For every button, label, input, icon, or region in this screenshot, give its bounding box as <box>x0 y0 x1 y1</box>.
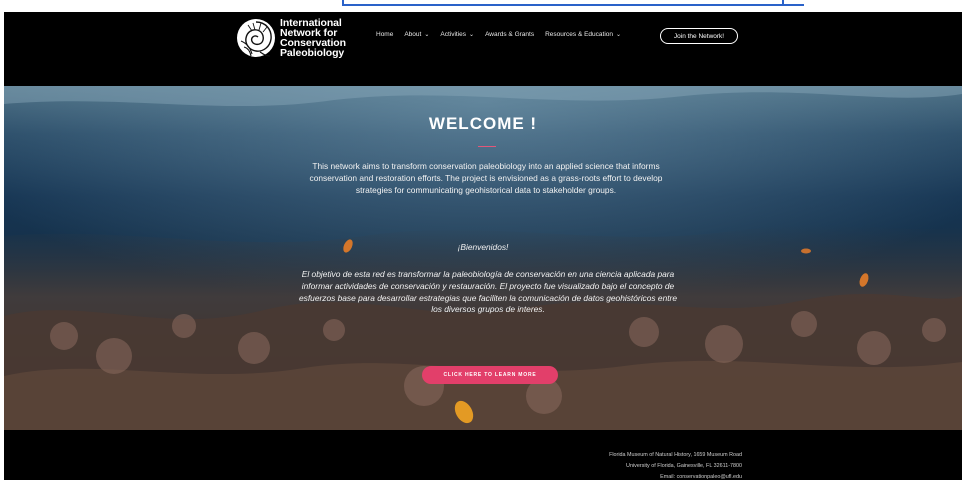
footer-email-link[interactable]: Email: conservationpaleo@ufl.edu <box>609 472 742 480</box>
hero-content: WELCOME ! This network aims to transform… <box>4 86 962 430</box>
join-network-button[interactable]: Join the Network! <box>660 28 738 44</box>
footer-line-city: University of Florida, Gainesville, FL 3… <box>626 463 742 469</box>
main-nav: Home About ⌄ Activities ⌄ Awards & Grants … <box>376 31 632 38</box>
nav-item-resources-education[interactable]: Resources & Education ⌄ <box>545 31 621 38</box>
nav-item-home[interactable]: Home <box>376 31 393 38</box>
spanish-paragraph: El objetivo de esta red es transformar l… <box>298 269 678 315</box>
nav-label: About <box>404 31 422 38</box>
heading-divider <box>478 146 496 147</box>
website-page: International Network for Conservation P… <box>4 12 962 480</box>
nav-item-about[interactable]: About ⌄ <box>404 31 429 38</box>
chevron-down-icon: ⌄ <box>616 32 622 38</box>
logo-text: International Network for Conservation P… <box>280 18 346 59</box>
site-footer: Florida Museum of Natural History, 1659 … <box>4 430 962 480</box>
nav-label: Awards & Grants <box>485 31 535 38</box>
site-logo[interactable]: International Network for Conservation P… <box>236 16 346 60</box>
link-underline <box>342 4 804 6</box>
bienvenidos-heading: ¡Bienvenidos! <box>457 242 509 252</box>
link-underline-left-tick <box>342 0 344 5</box>
learn-more-button[interactable]: CLICK HERE TO LEARN MORE <box>422 366 558 384</box>
footer-address: Florida Museum of Natural History, 1659 … <box>609 450 742 480</box>
ammonite-logo-icon <box>237 19 275 57</box>
intro-paragraph: This network aims to transform conservat… <box>309 161 663 195</box>
logo-line-4: Paleobiology <box>280 47 345 59</box>
footer-line-address: Florida Museum of Natural History, 1659 … <box>609 452 742 458</box>
hero-section: WELCOME ! This network aims to transform… <box>4 86 962 430</box>
chevron-down-icon: ⌄ <box>469 32 475 38</box>
nav-label: Resources & Education <box>545 31 614 38</box>
link-underline-right-tick <box>782 0 784 5</box>
nav-label: Activities <box>440 31 467 38</box>
nav-item-activities[interactable]: Activities ⌄ <box>440 31 474 38</box>
site-header: International Network for Conservation P… <box>4 12 962 86</box>
nav-item-awards-grants[interactable]: Awards & Grants <box>485 31 534 38</box>
welcome-heading: WELCOME ! <box>428 114 538 133</box>
chevron-down-icon: ⌄ <box>424 32 430 38</box>
nav-label: Home <box>376 31 394 38</box>
browser-top-strip <box>0 0 962 12</box>
